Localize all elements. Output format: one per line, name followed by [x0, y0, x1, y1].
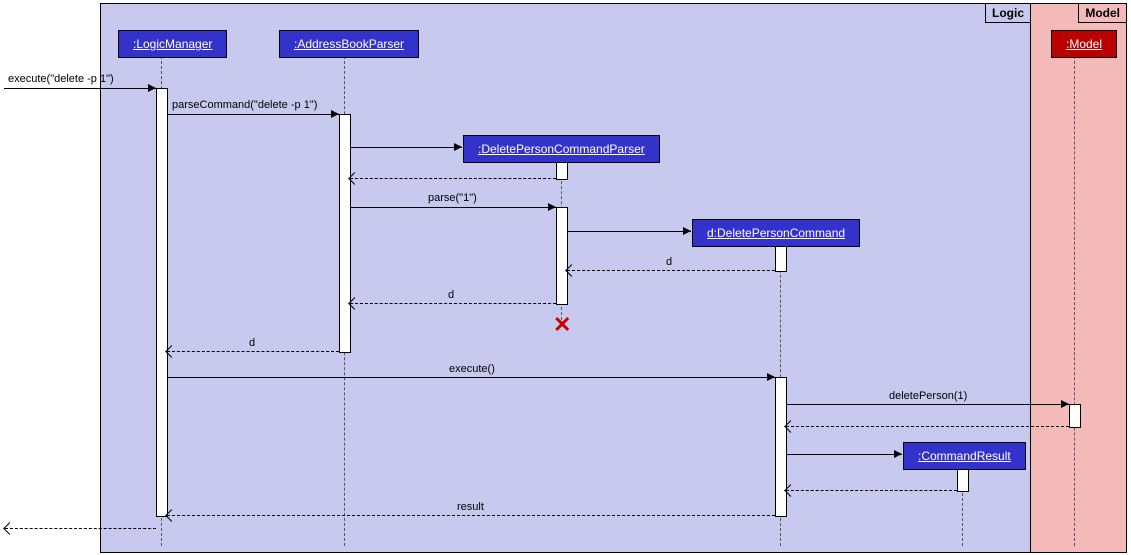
object-delete-person-command-parser: :DeletePersonCommandParser [463, 135, 660, 163]
msg-execute2-line [167, 377, 775, 378]
msg-create-dpcp-line [350, 147, 462, 148]
activation-dpc-create [775, 245, 787, 272]
msg-return-d1-label: d [666, 256, 672, 268]
msg-return-d3-label: d [249, 337, 255, 349]
msg-final-return-line [5, 528, 156, 529]
msg-parsecommand-line [167, 114, 339, 115]
package-model: Model [1030, 3, 1127, 553]
activation-dpc-execute [775, 377, 787, 517]
msg-parsecommand-arrow [331, 110, 339, 118]
msg-execute2-arrow [767, 373, 775, 381]
msg-deleteperson-arrow [1061, 400, 1069, 408]
activation-dpcp-parse [556, 207, 568, 305]
activation-command-result [957, 468, 969, 492]
destroy-dpcp-icon: ✕ [553, 312, 571, 338]
msg-return-cr-line [786, 490, 957, 491]
msg-result-label: result [457, 501, 484, 513]
msg-result-line [167, 515, 775, 516]
object-logic-manager: :LogicManager [118, 30, 227, 58]
activation-address-book-parser [339, 114, 351, 353]
msg-execute-line [4, 88, 156, 89]
msg-create-dpcp-arrow [454, 143, 462, 151]
sequence-diagram: Logic Model :LogicManager :AddressBookPa… [0, 0, 1131, 555]
msg-parse-line [350, 207, 556, 208]
msg-return-d2-label: d [448, 289, 454, 301]
object-address-book-parser: :AddressBookParser [279, 30, 419, 58]
activation-logic-manager [156, 88, 168, 517]
msg-parse-label: parse("1") [428, 192, 477, 204]
msg-deleteperson-label: deletePerson(1) [889, 390, 967, 402]
msg-create-cr-line [786, 454, 902, 455]
msg-parse-arrow [548, 203, 556, 211]
msg-return-d3-line [167, 351, 339, 352]
msg-execute2-label: execute() [449, 363, 495, 375]
activation-model [1069, 404, 1081, 428]
msg-final-return-arrow [3, 522, 16, 535]
lifeline-model [1074, 56, 1075, 546]
msg-create-cr-arrow [894, 450, 902, 458]
object-model: :Model [1051, 30, 1117, 58]
package-logic-label: Logic [985, 3, 1031, 23]
msg-execute-arrow [148, 84, 156, 92]
msg-create-dpc-arrow [683, 227, 691, 235]
msg-parsecommand-label: parseCommand("delete -p 1") [172, 99, 317, 111]
activation-dpcp-create [556, 161, 568, 180]
msg-return-d2-line [350, 303, 556, 304]
msg-execute-label: execute("delete -p 1") [8, 73, 114, 85]
object-command-result: :CommandResult [903, 442, 1026, 470]
msg-create-dpc-line [567, 231, 691, 232]
package-model-label: Model [1078, 3, 1127, 23]
msg-return-d1-line [567, 270, 775, 271]
msg-return-dpcp-line [350, 178, 556, 179]
object-delete-person-command: d:DeletePersonCommand [692, 219, 860, 247]
msg-return-model-line [786, 426, 1069, 427]
msg-deleteperson-line [786, 404, 1069, 405]
